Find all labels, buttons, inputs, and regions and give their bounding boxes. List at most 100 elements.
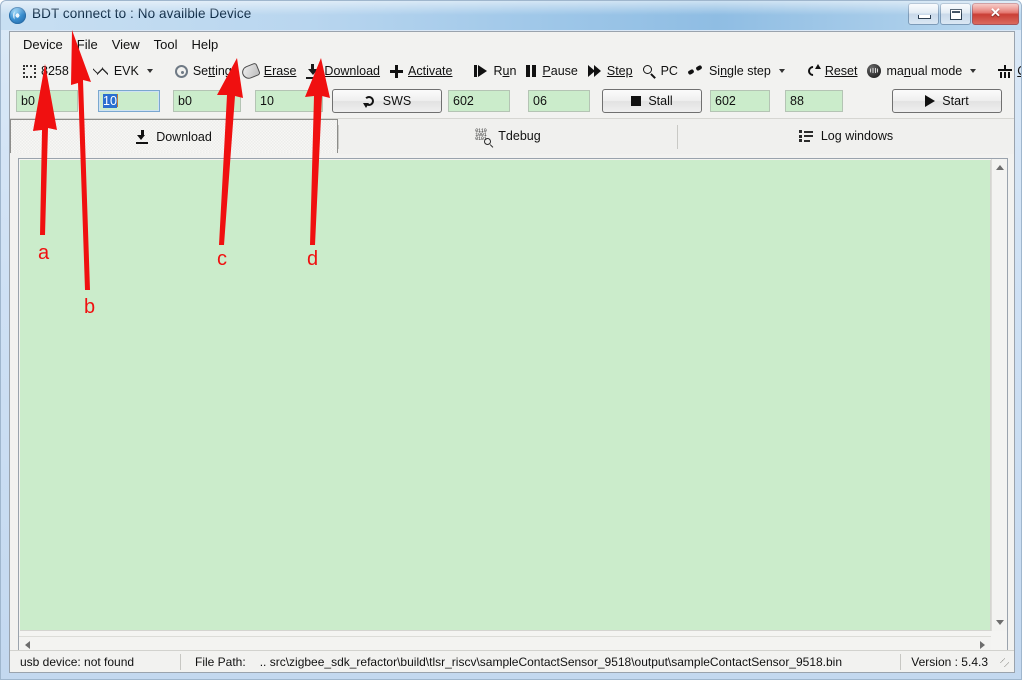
footsteps-icon (688, 65, 704, 77)
single-step-button[interactable]: Single step (683, 61, 790, 81)
stall-button[interactable]: Stall (602, 89, 702, 113)
scroll-left-icon[interactable] (25, 641, 30, 649)
menu-file[interactable]: File (70, 34, 105, 55)
val3-input[interactable]: 602 (710, 90, 770, 112)
download-button[interactable]: Download (301, 61, 385, 81)
chip-selector-8258[interactable]: 8258 (18, 61, 88, 81)
run-label: Run (493, 64, 517, 78)
title-bar: BDT connect to : No availble Device ✕ (1, 1, 1021, 30)
menu-help[interactable]: Help (185, 34, 226, 55)
main-toolbar: 8258 EVK Setting Erase Download Activate… (10, 56, 1021, 86)
download-arrow-icon (306, 64, 320, 79)
clear-label: Clear (1017, 64, 1021, 78)
start-button[interactable]: Start (892, 89, 1002, 113)
step-button[interactable]: Step (583, 61, 638, 81)
evk-selector[interactable]: EVK (88, 61, 158, 81)
pause-button[interactable]: Pause (521, 61, 582, 81)
erase-button[interactable]: Erase (237, 61, 302, 81)
pc-button[interactable]: PC (638, 61, 683, 81)
len1-input[interactable]: 10 (98, 90, 160, 112)
scroll-down-icon[interactable] (996, 620, 1004, 625)
maximize-button[interactable] (940, 3, 971, 25)
tab-tdebug[interactable]: 0110 1001 0101 Tdebug (339, 119, 677, 153)
status-bar: usb device: not found File Path: .. src\… (10, 650, 1014, 672)
step-label: Step (606, 64, 633, 78)
gear-icon (174, 64, 188, 78)
chevron-down-icon[interactable] (76, 69, 83, 73)
sws-button[interactable]: SWS (332, 89, 442, 113)
waveform-icon (92, 65, 109, 77)
close-button[interactable]: ✕ (972, 3, 1019, 25)
reset-button[interactable]: Reset (802, 61, 863, 81)
version-label: Version : 5.4.3 (911, 654, 988, 669)
menu-tool[interactable]: Tool (147, 34, 185, 55)
menu-view[interactable]: View (105, 34, 147, 55)
reset-circular-arrow-icon (807, 63, 821, 78)
maximize-icon (950, 9, 962, 20)
download-arrow-icon (136, 129, 149, 144)
chevron-down-icon[interactable] (778, 69, 785, 73)
application-window: BDT connect to : No availble Device ✕ De… (0, 0, 1022, 680)
val1-input[interactable]: 602 (448, 90, 510, 112)
val2-input[interactable]: 06 (528, 90, 590, 112)
activate-label: Activate (408, 64, 453, 78)
binary-magnifier-icon: 0110 1001 0101 (475, 128, 492, 145)
play-icon (925, 95, 936, 107)
vertical-scrollbar[interactable] (991, 159, 1007, 631)
app-globe-icon (9, 7, 26, 24)
client-area: Device File View Tool Help 8258 EVK Sett… (9, 31, 1021, 673)
tab-download[interactable]: Download (10, 119, 338, 154)
len1-selected-text: 10 (103, 94, 117, 108)
run-button[interactable]: Run (469, 61, 521, 81)
refresh-icon (362, 95, 376, 108)
list-icon (798, 130, 813, 142)
step-forward-icon (587, 65, 602, 77)
knob-icon (867, 64, 882, 78)
window-title: BDT connect to : No availble Device (32, 6, 252, 21)
sws-label: SWS (382, 94, 412, 108)
len2-input[interactable]: 10 (255, 90, 323, 112)
addr1-input[interactable]: b0 (16, 90, 78, 112)
window-controls: ✕ (908, 3, 1019, 25)
stall-label: Stall (648, 94, 673, 108)
file-path-label: File Path: (195, 654, 246, 669)
setting-button[interactable]: Setting (170, 61, 237, 81)
chevron-down-icon[interactable] (146, 69, 153, 73)
evk-selector-value: EVK (113, 64, 139, 78)
eraser-icon (239, 61, 261, 81)
pause-icon (526, 65, 537, 77)
scroll-right-icon[interactable] (980, 641, 985, 649)
plus-icon (390, 64, 404, 78)
usb-status: usb device: not found (20, 654, 135, 669)
single-step-label: Single step (708, 64, 771, 78)
run-icon (474, 65, 488, 77)
chevron-down-icon[interactable] (970, 69, 977, 73)
resize-grip-icon[interactable] (1000, 658, 1012, 670)
tab-download-label: Download (156, 129, 212, 144)
val4-input[interactable]: 88 (785, 90, 843, 112)
file-path-value: .. src\zigbee_sdk_refactor\build\tlsr_ri… (259, 654, 843, 669)
setting-label: Setting (192, 64, 232, 78)
activate-button[interactable]: Activate (385, 61, 457, 81)
close-icon: ✕ (990, 5, 1001, 20)
clear-button[interactable]: Clear (993, 61, 1021, 81)
log-output-area[interactable] (20, 160, 991, 631)
pause-label: Pause (542, 64, 578, 78)
menu-device[interactable]: Device (16, 34, 70, 55)
tab-tdebug-label: Tdebug (498, 129, 541, 143)
reset-label: Reset (824, 64, 858, 78)
start-label: Start (942, 94, 969, 108)
manual-mode-label: manual mode (886, 64, 963, 78)
minimize-button[interactable] (908, 3, 939, 25)
parameter-fields-row: b0 10 b0 10 SWS 602 06 Stall 602 88 Star… (10, 86, 1014, 118)
tab-bar: Download 0110 1001 0101 Tdebug Log windows (10, 118, 1014, 154)
content-panel (18, 158, 1008, 653)
magnifier-icon (642, 64, 656, 78)
scroll-up-icon[interactable] (996, 165, 1004, 170)
manual-mode-selector[interactable]: manual mode (862, 61, 981, 81)
tab-log-label: Log windows (820, 129, 894, 143)
tab-log-windows[interactable]: Log windows (678, 119, 1014, 153)
stop-square-icon (631, 96, 642, 106)
addr2-input[interactable]: b0 (173, 90, 241, 112)
broom-icon (998, 64, 1013, 78)
